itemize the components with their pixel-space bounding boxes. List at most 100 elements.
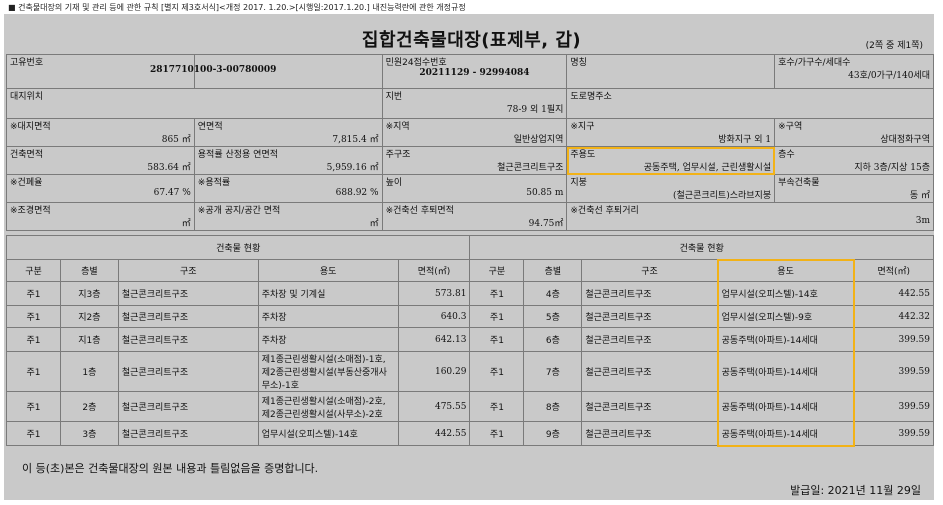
left-cell-use: 제1종근린생활시설(소매점)-1호, 제2종근린생활시설(부동산중개사무소)-1…	[257, 351, 399, 392]
left-header-division: 구분	[6, 259, 61, 282]
left-cell-area: 640.3	[397, 305, 471, 328]
floors-cell: 층수 지하 3층/지상 15층	[774, 146, 934, 175]
zone-cell: ※지역 일반상업지역	[381, 118, 568, 147]
right-cell-use: 공동주택(아파트)-14세대	[716, 421, 855, 447]
lot-value: 78-9 외 1필지	[506, 105, 564, 115]
table-row: 주1 지1층 철근콘크리트구조 주차장 642.13 주1 6층 철근콘크리트구조 공동주택(아…	[6, 327, 934, 352]
left-cell-floor: 1층	[59, 351, 119, 392]
right-cell-division: 주1	[469, 305, 525, 328]
right-header-division: 구분	[469, 259, 525, 282]
right-cell-structure: 철근콘크리트구조	[581, 327, 719, 352]
left-cell-use: 주차장	[257, 305, 399, 328]
left-header-area: 면적(㎡)	[397, 259, 471, 282]
left-cell-division: 주1	[6, 391, 61, 422]
right-header-use: 용도	[716, 258, 855, 282]
right-cell-use: 공동주택(아파트)-14세대	[716, 391, 855, 422]
right-cell-division: 주1	[469, 281, 525, 306]
left-cell-floor: 2층	[59, 391, 119, 422]
table-row: 주1 지2층 철근콘크리트구조 주차장 640.3 주1 5층 철근콘크리트구조 업무시설(오피…	[6, 305, 934, 328]
right-cell-division: 주1	[469, 327, 525, 352]
district-cell: ※지구 방화지구 외 1	[566, 118, 776, 147]
annex-cell: 부속건축물 동 ㎡	[774, 174, 934, 203]
lot-cell: 지번 78-9 외 1필지	[381, 88, 568, 119]
certification-text: 이 등(초)본은 건축물대장의 원본 내용과 틀림없음을 증명합니다.	[22, 462, 319, 475]
setback-distance-cell: ※건축선 후퇴거리 3m	[566, 202, 934, 231]
right-header-floor: 층별	[523, 259, 583, 282]
issue-date: 발급일: 2021년 11월 29일	[790, 484, 921, 497]
table-row: 주1 지3층 철근콘크리트구조 주차장 및 기계실 573.81 주1 4층 철근콘크리트구조…	[6, 281, 934, 306]
left-header-use: 용도	[257, 259, 399, 282]
right-cell-structure: 철근콘크리트구조	[581, 351, 719, 392]
left-header-structure: 구조	[117, 259, 259, 282]
building-area-cell: 건축면적 583.64 ㎡	[6, 146, 195, 175]
right-cell-floor: 9층	[523, 421, 583, 446]
right-cell-area: 442.32	[853, 305, 934, 328]
right-cell-division: 주1	[469, 391, 525, 422]
left-cell-division: 주1	[6, 281, 61, 306]
regulation-header: ■ 건축물대장의 기재 및 관리 등에 관한 규칙 [별지 제3호서식]<개정 …	[8, 3, 466, 12]
land-area-cell: ※대지면적 865 ㎡	[6, 118, 195, 147]
right-cell-use: 업무시설(오피스텔)-9호	[716, 305, 855, 328]
right-cell-area: 399.59	[853, 351, 934, 392]
right-cell-floor: 6층	[523, 327, 583, 352]
right-header-structure: 구조	[581, 259, 719, 282]
left-cell-use: 주차장	[257, 327, 399, 352]
right-cell-floor: 5층	[523, 305, 583, 328]
landscape-cell: ※조경면적 ㎡	[6, 202, 195, 231]
main-use-value: 공동주택, 업무시설, 근린생활시설	[643, 163, 772, 173]
right-cell-structure: 철근콘크리트구조	[581, 391, 719, 422]
right-cell-floor: 8층	[523, 391, 583, 422]
left-cell-structure: 철근콘크리트구조	[117, 305, 259, 328]
right-cell-area: 399.59	[853, 391, 934, 422]
left-cell-area: 573.81	[397, 281, 471, 306]
units-value: 43호/0가구/140세대	[848, 71, 930, 81]
right-cell-area: 442.55	[853, 281, 934, 306]
left-cell-area: 475.55	[397, 391, 471, 422]
right-header-area: 면적(㎡)	[853, 259, 934, 282]
right-cell-area: 399.59	[853, 421, 934, 446]
open-space-cell: ※공개 공지/공간 면적 ㎡	[193, 202, 383, 231]
table-row: 주1 3층 철근콘크리트구조 업무시설(오피스텔)-14호 442.55 주1 9층 철근콘크…	[6, 421, 934, 447]
right-cell-division: 주1	[469, 351, 525, 392]
left-cell-structure: 철근콘크리트구조	[117, 351, 259, 392]
units-cell: 호수/가구수/세대수 43호/0가구/140세대	[774, 54, 934, 89]
left-cell-structure: 철근콘크리트구조	[117, 421, 259, 446]
left-cell-floor: 3층	[59, 421, 119, 446]
left-cell-structure: 철근콘크리트구조	[117, 327, 259, 352]
right-cell-use: 공동주택(아파트)-14세대	[716, 327, 855, 352]
left-cell-area: 442.55	[397, 421, 471, 446]
right-cell-use: 공동주택(아파트)-14세대	[716, 351, 855, 392]
left-cell-use: 제1종근린생활시설(소매점)-2호, 제2종근린생활시설(사무소)-2호	[257, 391, 399, 422]
name-cell: 명칭	[566, 54, 776, 89]
table-row: 주1 2층 철근콘크리트구조 제1종근린생활시설(소매점)-2호, 제2종근린생활시설…	[6, 391, 934, 422]
left-cell-area: 642.13	[397, 327, 471, 352]
sector-cell: ※구역 상대정화구역	[774, 118, 934, 147]
page-title: 집합건축물대장(표제부, 갑)	[361, 30, 582, 51]
main-structure-cell: 주구조 철근콘크리트구조	[381, 146, 568, 175]
left-cell-structure: 철근콘크리트구조	[117, 281, 259, 306]
left-cell-division: 주1	[6, 327, 61, 352]
unique-no-value: 2817710100-3-00780009	[149, 65, 277, 75]
building-status-table: 건축물 현황 건축물 현황 구분 층별 구조 용도 면적(㎡) 구분 층별 구조 용도 면적(㎡)…	[5, 235, 934, 447]
petition-no-value: 20211129 - 92994084	[419, 68, 530, 78]
left-cell-structure: 철근콘크리트구조	[117, 391, 259, 422]
left-cell-floor: 지1층	[59, 327, 119, 352]
height-cell: 높이 50.85 m	[381, 174, 568, 203]
far-cell: ※용적률 688.92 %	[193, 174, 383, 203]
road-address-cell: 도로명주소	[566, 88, 934, 119]
location-cell: 대지위치	[6, 88, 383, 119]
petition-cell: 민원24접수번호 20211129 - 92994084	[381, 54, 568, 89]
left-cell-division: 주1	[6, 351, 61, 392]
left-cell-area: 160.29	[397, 351, 471, 392]
left-cell-division: 주1	[6, 305, 61, 328]
right-cell-structure: 철근콘크리트구조	[581, 421, 719, 446]
roof-cell: 지붕 (철근콘크리트)스라브지붕	[566, 174, 776, 203]
main-use-cell: 주용도 공동주택, 업무시설, 근린생활시설	[566, 146, 776, 175]
left-cell-use: 업무시설(오피스텔)-14호	[257, 421, 399, 446]
right-cell-floor: 7층	[523, 351, 583, 392]
left-cell-floor: 지3층	[59, 281, 119, 306]
right-cell-division: 주1	[469, 421, 525, 446]
page-info: (2쪽 중 제1쪽)	[865, 41, 923, 51]
right-cell-floor: 4층	[523, 281, 583, 306]
setback-area-cell: ※건축선 후퇴면적 94.75㎡	[381, 202, 568, 231]
